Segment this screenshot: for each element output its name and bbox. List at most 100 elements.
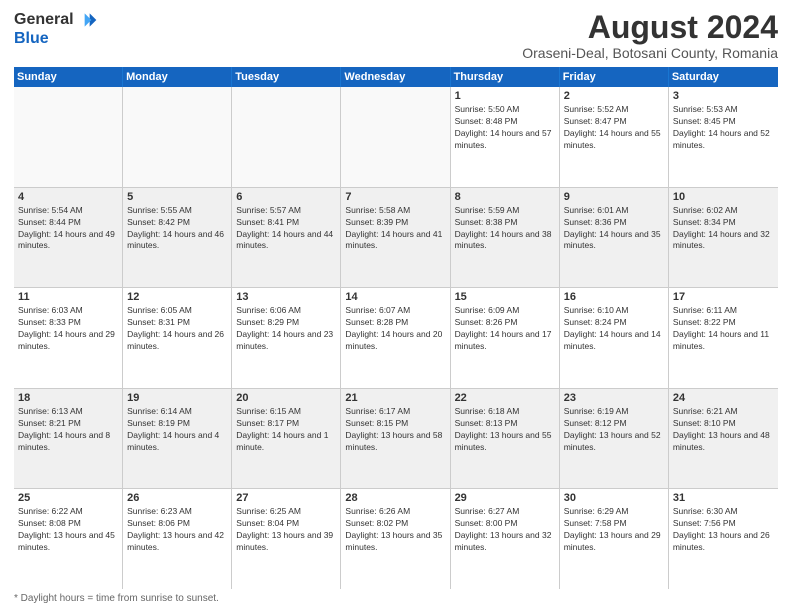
day-info: Sunrise: 6:18 AMSunset: 8:13 PMDaylight:… (455, 406, 555, 454)
day-cell-9: 9 Sunrise: 6:01 AMSunset: 8:36 PMDaylight… (560, 188, 669, 288)
day-info: Sunrise: 6:06 AMSunset: 8:29 PMDaylight:… (236, 305, 336, 353)
week-row-1: 1Sunrise: 5:50 AMSunset: 8:48 PMDaylight… (14, 87, 778, 188)
logo-blue-text: Blue (14, 30, 49, 48)
day-cell-28: 28 Sunrise: 6:26 AMSunset: 8:02 PMDayligh… (341, 489, 450, 589)
day-cell-empty (14, 87, 123, 187)
day-number: 12 (127, 291, 227, 303)
day-cell-23: 23 Sunrise: 6:19 AMSunset: 8:12 PMDayligh… (560, 389, 669, 489)
day-cell-29: 29 Sunrise: 6:27 AMSunset: 8:00 PMDayligh… (451, 489, 560, 589)
day-info: Sunrise: 6:07 AMSunset: 8:28 PMDaylight:… (345, 305, 445, 353)
day-info: Sunrise: 6:27 AMSunset: 8:00 PMDaylight:… (455, 506, 555, 554)
day-info: Sunrise: 6:14 AMSunset: 8:19 PMDaylight:… (127, 406, 227, 454)
day-info: Sunrise: 5:55 AMSunset: 8:42 PMDaylight:… (127, 205, 227, 253)
day-number: 6 (236, 191, 336, 203)
day-info: Sunrise: 5:58 AMSunset: 8:39 PMDaylight:… (345, 205, 445, 253)
day-cell-empty (341, 87, 450, 187)
day-cell-15: 15Sunrise: 6:09 AMSunset: 8:26 PMDayligh… (451, 288, 560, 388)
day-info: Sunrise: 6:01 AMSunset: 8:36 PMDaylight:… (564, 205, 664, 253)
day-number: 14 (345, 291, 445, 303)
day-cell-4: 4 Sunrise: 5:54 AMSunset: 8:44 PMDaylight… (14, 188, 123, 288)
calendar-header: SundayMondayTuesdayWednesdayThursdayFrid… (14, 67, 778, 87)
day-number: 26 (127, 492, 227, 504)
calendar-body: 1Sunrise: 5:50 AMSunset: 8:48 PMDaylight… (14, 87, 778, 589)
day-number: 17 (673, 291, 774, 303)
day-number: 5 (127, 191, 227, 203)
day-number: 16 (564, 291, 664, 303)
day-number: 27 (236, 492, 336, 504)
day-cell-7: 7Sunrise: 5:58 AMSunset: 8:39 PMDaylight… (341, 188, 450, 288)
day-cell-24: 24Sunrise: 6:21 AMSunset: 8:10 PMDayligh… (669, 389, 778, 489)
week-row-4: 18 Sunrise: 6:13 AMSunset: 8:21 PMDayligh… (14, 389, 778, 490)
day-number: 2 (564, 90, 664, 102)
day-cell-3: 3Sunrise: 5:53 AMSunset: 8:45 PMDaylight… (669, 87, 778, 187)
day-info: Sunrise: 5:52 AMSunset: 8:47 PMDaylight:… (564, 104, 664, 152)
logo-icon (78, 10, 98, 30)
day-info: Sunrise: 6:10 AMSunset: 8:24 PMDaylight:… (564, 305, 664, 353)
day-number: 30 (564, 492, 664, 504)
day-info: Sunrise: 6:25 AMSunset: 8:04 PMDaylight:… (236, 506, 336, 554)
day-cell-6: 6 Sunrise: 5:57 AMSunset: 8:41 PMDaylight… (232, 188, 341, 288)
week-row-5: 25 Sunrise: 6:22 AMSunset: 8:08 PMDayligh… (14, 489, 778, 589)
logo-general-text: General (14, 11, 74, 29)
day-cell-10: 10 Sunrise: 6:02 AMSunset: 8:34 PMDayligh… (669, 188, 778, 288)
day-number: 18 (18, 392, 118, 404)
header-sunday: Sunday (14, 67, 123, 87)
header-saturday: Saturday (669, 67, 778, 87)
day-number: 8 (455, 191, 555, 203)
day-number: 23 (564, 392, 664, 404)
day-cell-1: 1Sunrise: 5:50 AMSunset: 8:48 PMDaylight… (451, 87, 560, 187)
day-cell-27: 27 Sunrise: 6:25 AMSunset: 8:04 PMDayligh… (232, 489, 341, 589)
calendar-container: General Blue August 2024 Oraseni-Deal, B… (0, 0, 792, 612)
day-cell-30: 30 Sunrise: 6:29 AMSunset: 7:58 PMDayligh… (560, 489, 669, 589)
day-info: Sunrise: 5:57 AMSunset: 8:41 PMDaylight:… (236, 205, 336, 253)
day-cell-20: 20Sunrise: 6:15 AMSunset: 8:17 PMDayligh… (232, 389, 341, 489)
day-cell-13: 13Sunrise: 6:06 AMSunset: 8:29 PMDayligh… (232, 288, 341, 388)
day-info: Sunrise: 6:29 AMSunset: 7:58 PMDaylight:… (564, 506, 664, 554)
day-info: Sunrise: 6:13 AMSunset: 8:21 PMDaylight:… (18, 406, 118, 454)
day-info: Sunrise: 5:50 AMSunset: 8:48 PMDaylight:… (455, 104, 555, 152)
header: General Blue August 2024 Oraseni-Deal, B… (14, 10, 778, 61)
day-number: 28 (345, 492, 445, 504)
day-cell-empty (123, 87, 232, 187)
title-block: August 2024 Oraseni-Deal, Botosani Count… (522, 10, 778, 61)
day-cell-12: 12 Sunrise: 6:05 AMSunset: 8:31 PMDayligh… (123, 288, 232, 388)
day-cell-14: 14 Sunrise: 6:07 AMSunset: 8:28 PMDayligh… (341, 288, 450, 388)
day-info: Sunrise: 6:23 AMSunset: 8:06 PMDaylight:… (127, 506, 227, 554)
day-number: 25 (18, 492, 118, 504)
header-friday: Friday (560, 67, 669, 87)
day-number: 9 (564, 191, 664, 203)
main-title: August 2024 (522, 10, 778, 45)
day-number: 4 (18, 191, 118, 203)
day-number: 21 (345, 392, 445, 404)
day-cell-22: 22 Sunrise: 6:18 AMSunset: 8:13 PMDayligh… (451, 389, 560, 489)
day-cell-2: 2 Sunrise: 5:52 AMSunset: 8:47 PMDaylight… (560, 87, 669, 187)
day-info: Sunrise: 6:19 AMSunset: 8:12 PMDaylight:… (564, 406, 664, 454)
day-number: 22 (455, 392, 555, 404)
day-info: Sunrise: 6:05 AMSunset: 8:31 PMDaylight:… (127, 305, 227, 353)
day-number: 15 (455, 291, 555, 303)
day-info: Sunrise: 6:02 AMSunset: 8:34 PMDaylight:… (673, 205, 774, 253)
footer-note: * Daylight hours = time from sunrise to … (14, 593, 778, 604)
day-info: Sunrise: 6:30 AMSunset: 7:56 PMDaylight:… (673, 506, 774, 554)
day-info: Sunrise: 5:53 AMSunset: 8:45 PMDaylight:… (673, 104, 774, 152)
day-number: 10 (673, 191, 774, 203)
week-row-2: 4 Sunrise: 5:54 AMSunset: 8:44 PMDaylight… (14, 188, 778, 289)
logo: General Blue (14, 10, 98, 48)
header-thursday: Thursday (451, 67, 560, 87)
day-cell-17: 17 Sunrise: 6:11 AMSunset: 8:22 PMDayligh… (669, 288, 778, 388)
day-cell-16: 16 Sunrise: 6:10 AMSunset: 8:24 PMDayligh… (560, 288, 669, 388)
day-info: Sunrise: 6:11 AMSunset: 8:22 PMDaylight:… (673, 305, 774, 353)
day-number: 31 (673, 492, 774, 504)
day-number: 29 (455, 492, 555, 504)
subtitle: Oraseni-Deal, Botosani County, Romania (522, 45, 778, 61)
day-cell-empty (232, 87, 341, 187)
day-number: 24 (673, 392, 774, 404)
day-info: Sunrise: 6:22 AMSunset: 8:08 PMDaylight:… (18, 506, 118, 554)
day-info: Sunrise: 6:26 AMSunset: 8:02 PMDaylight:… (345, 506, 445, 554)
day-cell-31: 31 Sunrise: 6:30 AMSunset: 7:56 PMDayligh… (669, 489, 778, 589)
day-number: 20 (236, 392, 336, 404)
day-cell-8: 8 Sunrise: 5:59 AMSunset: 8:38 PMDaylight… (451, 188, 560, 288)
day-info: Sunrise: 5:54 AMSunset: 8:44 PMDaylight:… (18, 205, 118, 253)
header-wednesday: Wednesday (341, 67, 450, 87)
day-info: Sunrise: 5:59 AMSunset: 8:38 PMDaylight:… (455, 205, 555, 253)
